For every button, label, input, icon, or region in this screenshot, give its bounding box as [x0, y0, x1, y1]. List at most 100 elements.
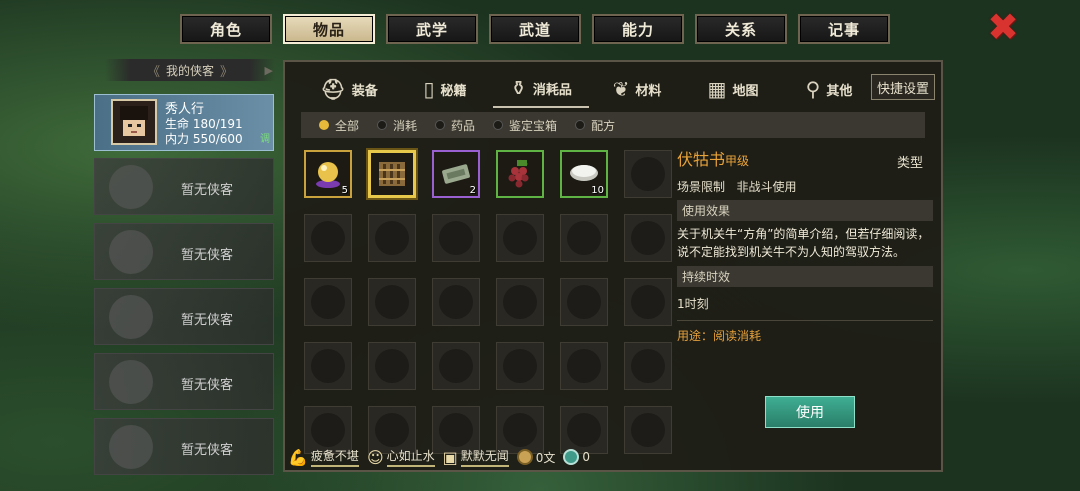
- grapes-icon: [508, 159, 529, 188]
- item-slot[interactable]: [496, 150, 544, 198]
- top-tab-bar: 角色 物品 武学 武道 能力 关系 记事: [180, 14, 890, 44]
- empty-item-slot[interactable]: [432, 214, 480, 262]
- quick-settings-button[interactable]: 快捷设置: [871, 74, 935, 100]
- category-label: 装备: [351, 83, 378, 99]
- scene-value: 非战斗使用: [736, 180, 797, 194]
- face-icon: ☺: [366, 447, 384, 467]
- empty-party-slot[interactable]: 暂无侠客: [94, 288, 274, 345]
- empty-party-slot[interactable]: 暂无侠客: [94, 223, 274, 280]
- potion-icon: ⚱: [510, 76, 527, 100]
- book-icon: ▯: [423, 77, 435, 101]
- mirror-icon: ⚲: [805, 77, 821, 101]
- category-label: 地图: [732, 83, 759, 99]
- chevron-right-icon[interactable]: 》: [220, 61, 233, 80]
- tab-character[interactable]: 角色: [180, 14, 272, 44]
- item-grade: 甲级: [725, 154, 750, 168]
- tab-journal[interactable]: 记事: [798, 14, 890, 44]
- scene-label: 场景限制: [677, 180, 726, 194]
- item-quantity: 2: [469, 185, 476, 196]
- scene-restriction: 场景限制 非战斗使用: [677, 178, 933, 195]
- tab-martial-way[interactable]: 武道: [489, 14, 581, 44]
- empty-item-slot[interactable]: [432, 278, 480, 326]
- empty-slot-label: 暂无侠客: [181, 183, 234, 198]
- gem-value: 0: [582, 450, 591, 464]
- radio-icon: [575, 120, 586, 130]
- empty-item-slot[interactable]: [624, 150, 672, 198]
- item-slot[interactable]: 5: [304, 150, 352, 198]
- expand-icon[interactable]: ▶: [265, 64, 273, 77]
- empty-item-slot[interactable]: [304, 278, 352, 326]
- empty-item-slot[interactable]: [496, 342, 544, 390]
- empty-slot-label: 暂无侠客: [181, 313, 234, 328]
- filter-all[interactable]: 全部: [319, 117, 359, 134]
- filter-treasure-box[interactable]: 鉴定宝箱: [493, 117, 557, 134]
- category-tab-maps[interactable]: ▦ 地图: [685, 70, 781, 108]
- status-fatigue[interactable]: 💪 疲惫不堪: [288, 447, 359, 467]
- money-value: 0文: [535, 450, 556, 465]
- filter-consume[interactable]: 消耗: [377, 117, 417, 134]
- empty-item-slot[interactable]: [496, 214, 544, 262]
- close-icon[interactable]: ✖: [984, 8, 1022, 46]
- empty-item-slot[interactable]: [560, 342, 608, 390]
- empty-item-slot[interactable]: [368, 342, 416, 390]
- empty-item-slot[interactable]: [496, 278, 544, 326]
- coin-icon: [516, 449, 533, 465]
- item-slot[interactable]: 10: [560, 150, 608, 198]
- use-button[interactable]: 使用: [765, 396, 855, 428]
- chevron-left-icon[interactable]: 《: [147, 61, 160, 80]
- empty-slot-label: 暂无侠客: [181, 378, 234, 393]
- empty-item-slot[interactable]: [624, 214, 672, 262]
- empty-party-slot[interactable]: 暂无侠客: [94, 158, 274, 215]
- empty-item-slot[interactable]: [560, 278, 608, 326]
- effect-header: 使用效果: [677, 200, 933, 221]
- empty-item-slot[interactable]: [432, 342, 480, 390]
- item-title: 伏牯书甲级: [677, 146, 933, 170]
- filter-bar: 全部 消耗 药品 鉴定宝箱 配方: [301, 112, 925, 138]
- empty-item-slot[interactable]: [368, 214, 416, 262]
- category-tab-equipment[interactable]: ⛑ 装备: [301, 70, 397, 108]
- duration-value: 1时刻: [677, 297, 709, 311]
- empty-item-slot[interactable]: [624, 342, 672, 390]
- item-type-label: 类型: [896, 156, 923, 171]
- empty-party-slot[interactable]: 暂无侠客: [94, 418, 274, 475]
- status-bar: 💪 疲惫不堪 ☺ 心如止水 ▣ 默默无闻 0文 0: [288, 444, 938, 470]
- empty-item-slot[interactable]: [368, 278, 416, 326]
- category-tab-manuals[interactable]: ▯ 秘籍: [397, 70, 493, 108]
- tab-relations[interactable]: 关系: [695, 14, 787, 44]
- item-name: 伏牯书: [677, 150, 726, 169]
- empty-item-slot[interactable]: [304, 342, 352, 390]
- status-fame[interactable]: ▣ 默默无闻: [443, 447, 509, 467]
- item-slot[interactable]: 2: [432, 150, 480, 198]
- tab-items[interactable]: 物品: [283, 14, 375, 44]
- empty-item-slot[interactable]: [624, 278, 672, 326]
- empty-item-slot[interactable]: [304, 214, 352, 262]
- party-header: 《 我的侠客 》 ▶: [105, 59, 275, 81]
- empty-party-slot[interactable]: 暂无侠客: [94, 353, 274, 410]
- muscle-icon: 💪: [288, 447, 308, 467]
- tab-abilities[interactable]: 能力: [592, 14, 684, 44]
- money-display: 0文: [516, 449, 556, 466]
- filter-label: 消耗: [393, 118, 418, 133]
- status-mood[interactable]: ☺ 心如止水: [367, 447, 435, 467]
- filter-recipe[interactable]: 配方: [575, 117, 615, 134]
- orb-icon: [316, 162, 340, 188]
- character-card[interactable]: 秀人行 生命 180/191 内力 550/600 调: [94, 94, 274, 151]
- silhouette-icon: [109, 360, 153, 404]
- status-label: 疲惫不堪: [310, 447, 359, 467]
- item-grid: 5 2 10: [304, 150, 672, 454]
- item-slot-selected[interactable]: [368, 150, 416, 198]
- filter-medicine[interactable]: 药品: [435, 117, 475, 134]
- category-label: 秘籍: [440, 83, 467, 99]
- item-quantity: 10: [591, 185, 604, 196]
- item-usage: 用途：阅读消耗: [677, 320, 933, 344]
- empty-slot-label: 暂无侠客: [181, 443, 234, 458]
- category-tabs: ⛑ 装备 ▯ 秘籍 ⚱ 消耗品 ❦ 材料 ▦ 地图 ⚲ 其他: [301, 70, 877, 108]
- category-label: 其他: [826, 83, 853, 99]
- radio-icon: [493, 120, 504, 130]
- category-tab-consumables[interactable]: ⚱ 消耗品: [493, 70, 589, 108]
- category-tab-other[interactable]: ⚲ 其他: [781, 70, 877, 108]
- empty-item-slot[interactable]: [560, 214, 608, 262]
- tab-martial-arts[interactable]: 武学: [386, 14, 478, 44]
- helmet-icon: ⛑: [320, 77, 346, 101]
- category-tab-materials[interactable]: ❦ 材料: [589, 70, 685, 108]
